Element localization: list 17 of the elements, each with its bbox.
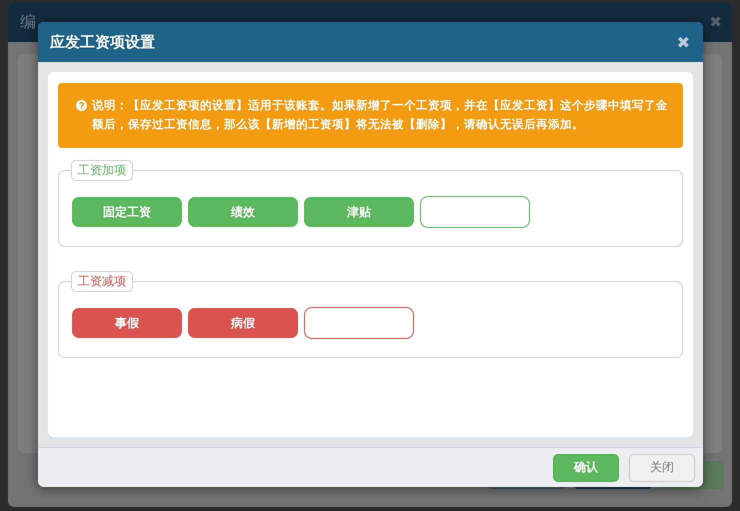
- salary-item-button[interactable]: 津贴: [304, 197, 414, 227]
- input-field[interactable]: [304, 307, 414, 339]
- salary-item-button[interactable]: 固定工资: [72, 197, 182, 227]
- window-title: 编: [20, 12, 36, 32]
- salary-item-button[interactable]: 病假: [188, 308, 298, 338]
- close-button[interactable]: ✖: [676, 32, 690, 52]
- notice-text: 说明：【应发工资项的设置】适用于该账套。如果新增了一个工资项，并在【应发工资】这个步骤中填写了金额后，保存过工资信息，那么该【新增的工资项】将无法被【删除】，请确认无误后再添加。: [92, 97, 669, 133]
- confirm-button[interactable]: 确认: [553, 454, 619, 482]
- dialog-title: 应发工资项设置: [50, 32, 155, 52]
- group-legend: 工资加项: [71, 160, 133, 181]
- salary-item-button[interactable]: 事假: [72, 308, 182, 338]
- salary-item-button[interactable]: 绩效: [188, 197, 298, 227]
- group-legend: 工资减项: [71, 271, 133, 292]
- help-icon: [76, 100, 87, 111]
- close-button[interactable]: 关闭: [629, 454, 695, 482]
- close-button[interactable]: ✖: [709, 13, 722, 31]
- input-field[interactable]: [420, 196, 530, 228]
